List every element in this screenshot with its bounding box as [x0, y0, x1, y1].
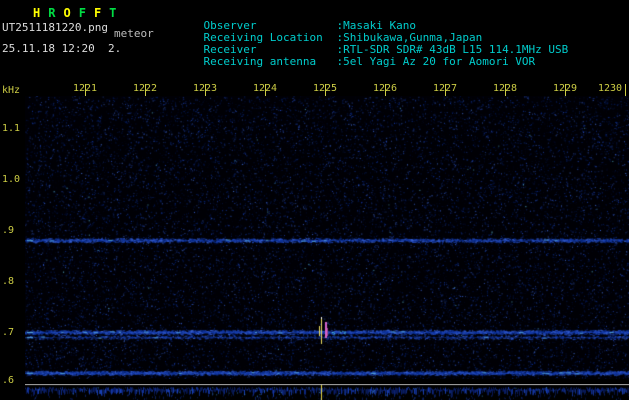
info-row-antenna: Receiving antenna :5el Yagi Az 20 for Aom… [177, 42, 536, 81]
y-axis-unit: kHz [2, 85, 21, 96]
level-strip-canvas [25, 384, 629, 400]
app-title-letter: H [33, 6, 42, 20]
app-title-letter: O [63, 6, 72, 20]
y-tick-label: 1.1 [2, 123, 21, 134]
x-tick-mark [505, 84, 506, 96]
app-title-letter: F [78, 6, 87, 20]
y-tick-label: .6 [2, 375, 15, 386]
info-value: :5el Yagi Az 20 for Aomori VOR [336, 55, 536, 68]
datetime-stamp: 25.11.18 12:20 2. [2, 42, 122, 55]
x-tick-mark [445, 84, 446, 96]
app-title-letter: T [109, 6, 118, 20]
x-tick-mark [145, 84, 146, 96]
hrofft-window: HROFFT UT2511181220.png meteor 25.11.18 … [0, 0, 629, 400]
x-tick-mark [265, 84, 266, 96]
output-filename: UT2511181220.png [2, 21, 108, 34]
info-label: Receiving antenna [203, 55, 317, 68]
spectrogram-canvas [25, 96, 629, 379]
y-tick-label: .8 [2, 276, 15, 287]
x-tick-mark [85, 84, 86, 96]
app-title-letter: F [93, 6, 103, 20]
observation-tag: meteor [114, 27, 154, 40]
app-title: HROFFT [33, 6, 124, 20]
x-tick-mark [205, 84, 206, 96]
x-tick-mark [565, 84, 566, 96]
y-tick-label: .7 [2, 327, 15, 338]
y-tick-label: .9 [2, 225, 15, 236]
app-title-letter: R [48, 6, 57, 20]
x-tick-mark [625, 84, 626, 96]
x-tick-label: 1230 [597, 83, 623, 94]
x-tick-mark [325, 84, 326, 96]
x-tick-mark [385, 84, 386, 96]
y-tick-label: 1.0 [2, 174, 21, 185]
